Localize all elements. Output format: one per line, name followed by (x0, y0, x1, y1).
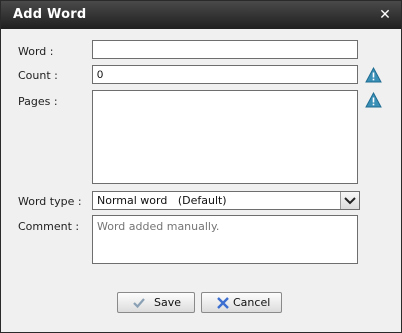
word-type-select[interactable]: Normal word (Default) (92, 191, 360, 210)
warning-icon (365, 67, 382, 83)
word-type-label: Word type : (18, 195, 82, 208)
cancel-label: Cancel (233, 296, 271, 309)
word-label: Word : (18, 45, 54, 58)
dialog-title: Add Word (13, 7, 87, 22)
word-input[interactable] (92, 40, 358, 59)
pages-label: Pages : (18, 95, 58, 108)
chevron-down-icon[interactable] (340, 192, 359, 209)
x-icon (217, 297, 229, 309)
title-bar: Add Word ✕ (1, 1, 401, 29)
pages-input[interactable] (92, 90, 358, 184)
comment-input[interactable] (92, 215, 358, 264)
count-input[interactable] (92, 65, 358, 84)
cancel-button[interactable]: Cancel (201, 292, 282, 313)
word-type-value: Normal word (Default) (97, 194, 227, 207)
add-word-dialog: Add Word ✕ Word : Count : Pages : Word t… (0, 0, 402, 333)
warning-icon (365, 92, 382, 108)
save-button[interactable]: Save (117, 292, 195, 313)
close-icon[interactable]: ✕ (377, 7, 393, 23)
checkmark-icon (133, 298, 145, 309)
comment-label: Comment : (18, 220, 80, 233)
save-label: Save (154, 296, 182, 309)
count-label: Count : (18, 69, 58, 82)
